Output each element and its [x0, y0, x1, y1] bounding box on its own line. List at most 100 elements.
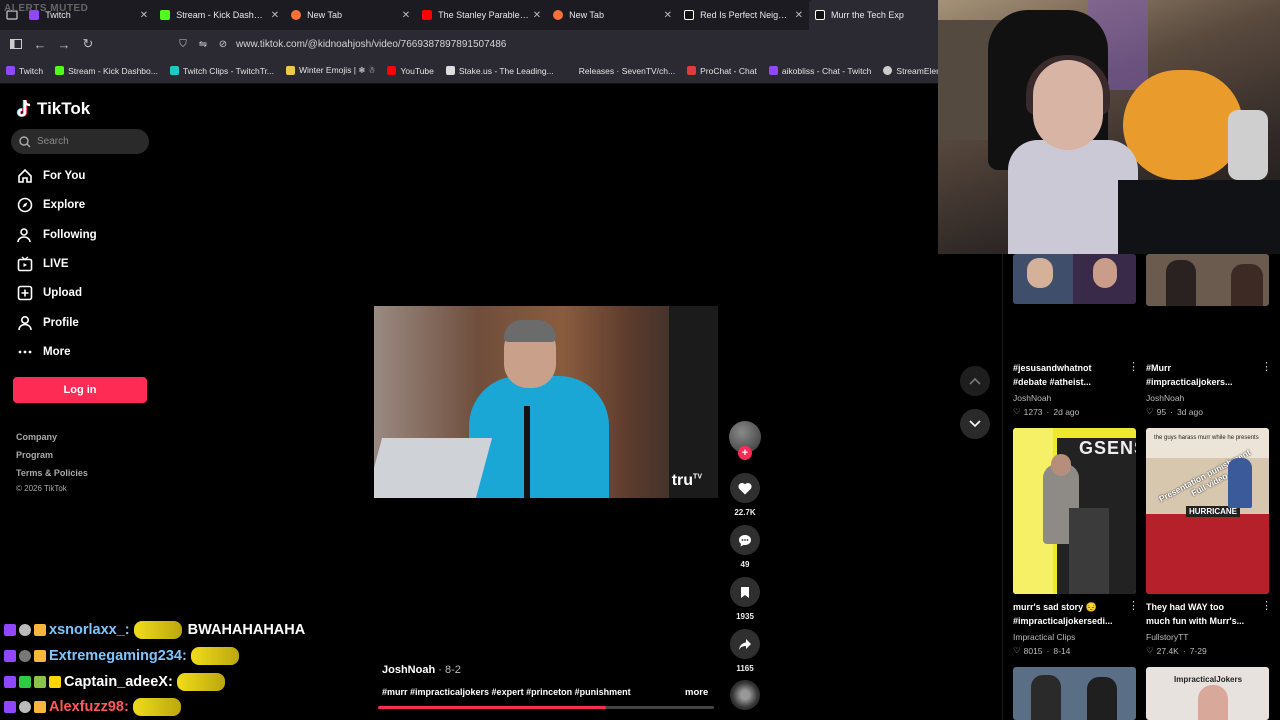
bookmark-item[interactable]: Stake.us - The Leading...	[445, 66, 554, 76]
browser-tab[interactable]: Stream - Kick Dashboard ✕	[154, 0, 285, 30]
close-tab-icon[interactable]: ✕	[664, 10, 672, 21]
browser-tab-active[interactable]: Murr the Tech Exp	[809, 0, 940, 30]
shield-icon[interactable]: ⛉	[176, 37, 190, 51]
related-author[interactable]: Impractical Clips	[1013, 632, 1075, 642]
video-progress-bar[interactable]	[378, 706, 714, 709]
related-thumbnail[interactable]: GSENSE UR	[1013, 428, 1136, 594]
like-action[interactable]: 22.7K	[729, 473, 761, 517]
related-thumbnail[interactable]	[1146, 254, 1269, 306]
sword-badge-icon	[19, 676, 31, 688]
video-player[interactable]: truTV	[374, 306, 718, 498]
camera-blocked-icon[interactable]: ⊘	[216, 37, 230, 51]
tv-mark: TV	[693, 473, 702, 481]
save-count: 1935	[736, 612, 754, 621]
more-options-icon[interactable]: ⋮	[1128, 360, 1139, 373]
footer-link-company[interactable]: Company	[16, 432, 57, 442]
music-disc-icon[interactable]	[730, 680, 760, 710]
follow-plus-icon[interactable]: +	[738, 446, 752, 460]
related-title[interactable]: #jesusandwhatnot #debate #atheist...	[1013, 361, 1092, 389]
close-tab-icon[interactable]: ✕	[402, 10, 410, 21]
more-button[interactable]: more	[685, 687, 708, 698]
related-author[interactable]: JoshNoah	[1146, 393, 1184, 403]
forward-icon[interactable]: →	[52, 32, 76, 56]
back-icon[interactable]: ←	[28, 32, 52, 56]
related-author[interactable]: FullstoryTT	[1146, 632, 1189, 642]
related-meta: ♡ 1273 · 2d ago	[1013, 406, 1080, 417]
heart-outline-icon: ♡	[1146, 406, 1154, 416]
thumb-face	[1051, 454, 1071, 476]
related-thumbnail[interactable]	[1013, 667, 1136, 720]
chat-username: Extremegaming234:	[49, 648, 187, 664]
share-arrow-icon[interactable]	[730, 629, 760, 659]
bookmark-icon[interactable]	[730, 577, 760, 607]
video-frame-hair	[504, 320, 556, 342]
related-thumbnail[interactable]: ImpracticalJokers	[1146, 667, 1269, 720]
related-title[interactable]: murr's sad story 😔 #impracticaljokersedi.…	[1013, 600, 1113, 628]
thumb-caption-top: the guys harass murr while he presents	[1154, 435, 1259, 441]
kick-icon	[160, 10, 171, 20]
url-text[interactable]: www.tiktok.com/@kidnoahjosh/video/766938…	[236, 39, 506, 50]
browser-tab[interactable]: Red Is Perfect Neighborhoo✕	[678, 0, 809, 30]
cam-plush-pillow	[1123, 70, 1243, 180]
bookmark-item[interactable]: Winter Emojis | ❄ ☃	[286, 65, 375, 76]
meta-separator: ·	[1046, 645, 1050, 656]
close-tab-icon[interactable]: ✕	[140, 10, 148, 21]
heart-outline-icon: ♡	[1013, 645, 1021, 655]
browser-tab[interactable]: New Tab ✕	[285, 0, 416, 30]
footer-link-program[interactable]: Program	[16, 450, 53, 460]
related-thumbnail[interactable]	[1013, 254, 1136, 304]
search-input[interactable]: Search	[11, 129, 149, 154]
tiktok-logo[interactable]: TikTok	[16, 99, 90, 119]
folder-icon	[286, 66, 296, 75]
login-button[interactable]: Log in	[13, 377, 147, 403]
share-action[interactable]: 1165	[729, 629, 761, 673]
previous-video-button[interactable]	[960, 366, 990, 396]
bookmark-item[interactable]: Twitch Clips - TwitchTr...	[169, 66, 274, 76]
close-tab-icon[interactable]: ✕	[533, 10, 541, 21]
meta-separator: ·	[1046, 406, 1050, 417]
thumb-sign-text: GSENSE UR	[1079, 438, 1136, 458]
bookmark-item[interactable]: aikobliss - Chat - Twitch	[768, 66, 871, 76]
address-bar[interactable]: ⛉ ⇋ ⊘ www.tiktok.com/@kidnoahjosh/video/…	[176, 33, 916, 55]
nav-more[interactable]: More	[16, 343, 70, 361]
related-title[interactable]: #Murr #impracticaljokers...	[1146, 361, 1233, 389]
thumb-podium	[1069, 508, 1109, 594]
video-caption[interactable]: #murr #impracticaljokers #expert #prince…	[382, 687, 631, 697]
close-tab-icon[interactable]: ✕	[271, 10, 279, 21]
permissions-icon[interactable]: ⇋	[196, 37, 210, 51]
bookmark-item[interactable]: Releases · SevenTV/ch...	[565, 66, 675, 76]
bookmark-item[interactable]: Twitch	[6, 66, 43, 76]
bookmark-item[interactable]: Stream - Kick Dashbo...	[55, 66, 158, 76]
more-options-icon[interactable]: ⋮	[1261, 360, 1272, 373]
save-action[interactable]: 1935	[729, 577, 761, 621]
tiktok-note-icon	[16, 99, 31, 117]
browser-tab[interactable]: The Stanley Parable Ultra D✕	[416, 0, 547, 30]
browser-tab[interactable]: New Tab ✕	[547, 0, 678, 30]
chevron-up-icon	[969, 377, 981, 385]
nav-explore[interactable]: Explore	[16, 196, 85, 214]
bookmark-item[interactable]: ProChat - Chat	[687, 66, 757, 76]
nav-for-you[interactable]: For You	[16, 167, 85, 185]
thumb-person	[1087, 677, 1117, 720]
sidebar-toggle-icon[interactable]	[4, 32, 28, 56]
nav-profile[interactable]: Profile	[16, 314, 79, 332]
comment-icon[interactable]	[730, 525, 760, 555]
nav-live[interactable]: LIVE	[16, 255, 69, 273]
related-author[interactable]: JoshNoah	[1013, 393, 1051, 403]
related-title[interactable]: They had WAY too much fun with Murr's...	[1146, 600, 1244, 628]
more-options-icon[interactable]: ⋮	[1128, 599, 1139, 612]
bookmark-item[interactable]: YouTube	[387, 66, 434, 76]
close-tab-icon[interactable]: ✕	[795, 10, 803, 21]
more-options-icon[interactable]: ⋮	[1261, 599, 1272, 612]
nav-upload[interactable]: Upload	[16, 284, 82, 302]
nav-following[interactable]: Following	[16, 226, 97, 244]
streamelements-icon	[883, 66, 893, 75]
next-video-button[interactable]	[960, 409, 990, 439]
thumb-face	[1027, 258, 1053, 288]
video-author[interactable]: JoshNoah · 8-2	[382, 664, 461, 676]
related-thumbnail[interactable]: the guys harass murr while he presents P…	[1146, 428, 1269, 594]
reload-icon[interactable]: ↻	[76, 32, 100, 56]
comment-action[interactable]: 49	[729, 525, 761, 569]
footer-link-terms[interactable]: Terms & Policies	[16, 468, 88, 478]
heart-icon[interactable]	[730, 473, 760, 503]
